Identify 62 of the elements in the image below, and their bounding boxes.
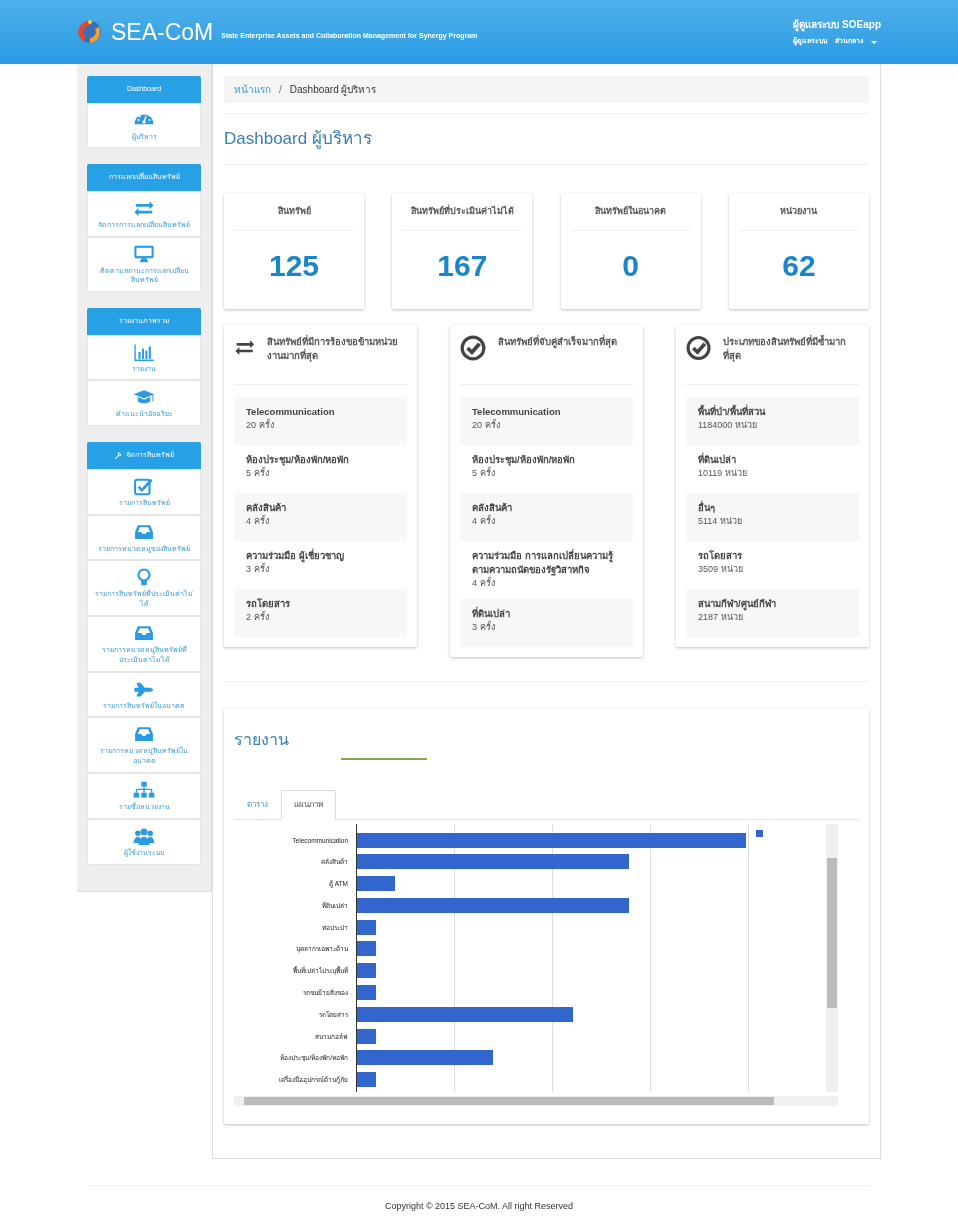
ranking-count: 3 ครั้ง [246,562,270,576]
legend-swatch [756,829,763,837]
user-name: ผู้ดูแลระบบ SOEapp [793,18,881,33]
ranking-title: สินทรัพย์ที่จับคู่สำเร็จมากที่สุด [498,334,617,349]
org-chart-icon [133,779,155,800]
breadcrumb-current: Dashboard ผู้บริหาร [289,83,377,97]
ranking-name: ห้องประชุม/ห้องพัก/หอพัก [246,452,351,467]
stat-value: 167 [436,248,489,284]
monitor-icon [133,243,155,264]
ranking-title: สินทรัพย์ที่มีการร้องขอข้ามหน่วยงานมากที่สุด [267,334,400,363]
ranking-name: Telecommunication [246,404,336,419]
breadcrumb-link[interactable]: หน้าแรก [234,82,271,97]
ranking-name: ความร่วมมือ การแลกเปลี่ยนความรู้ตามความถนัดของรัฐวิสาหกิจ [472,548,614,577]
ranking-count: 4 ครั้ง [472,514,496,528]
stat-title: สินทรัพย์ที่ประเมินค่าไม่ได้ [402,204,523,231]
stat-title: สินทรัพย์ในอนาคต [570,204,691,231]
ranking-count: 20 ครั้ง [246,418,275,432]
logo-icon [77,19,103,45]
wrench-icon [114,451,122,460]
ranking-name: ห้องประชุม/ห้องพัก/หอพัก [472,452,577,467]
copyright-text: Copyright © 2015 SEA-CoM. All right Reserved [88,1185,870,1214]
stat-title: หน่วยงาน [739,204,859,231]
ranking-name: รถโดยสาร [246,596,291,611]
ranking-name: อื่นๆ [698,500,716,515]
ranking-name: พื้นที่ป่า/พื้นที่สวน [698,404,767,419]
check-circle-icon [686,334,712,361]
tab[interactable]: ตาราง [234,789,281,819]
stat-title: สินทรัพย์ [234,204,354,231]
ranking-count: 10119 หน่วย [698,466,748,480]
ranking-count: 1184000 หน่วย [698,418,758,432]
ranking-name: ที่ดินเปล่า [698,452,737,467]
stat-value: 125 [267,248,321,284]
ranking-count: 20 ครั้ง [472,418,501,432]
ranking-title: ประเภทของสินทรัพย์ที่มีซ้ำมากที่สุด [723,334,848,363]
breadcrumb-separator: / [279,83,282,97]
ranking-name: คลังสินค้า [246,500,287,515]
check-circle-icon [460,334,486,361]
brand-name[interactable]: SEA-CoM [111,14,214,50]
ranking-name: คลังสินค้า [472,500,513,515]
ranking-count: 5 ครั้ง [246,466,270,480]
ranking-count: 5 ครั้ง [472,466,496,480]
page-title: Dashboard ผู้บริหาร [224,113,869,165]
ranking-count: 4 ครั้ง [246,514,270,528]
stat-value: 0 [621,248,640,284]
ranking-name: ความร่วมมือ ผู้เชี่ยวชาญ [246,548,345,563]
stat-value: 62 [781,248,817,284]
horizontal-scrollbar[interactable] [234,1095,838,1106]
bar-chart-icon [133,341,155,362]
ranking-count: 2187 หน่วย [698,611,744,624]
ranking-name: ที่ดินเปล่า [472,606,511,621]
ranking-count: 2 ครั้ง [246,610,270,624]
ranking-count: 5114 หน่วย [698,514,743,528]
ranking-count: 4 ครั้ง [472,577,496,590]
ranking-name: Telecommunication [472,404,562,419]
ranking-name: สนามกีฬา/ศูนย์กีฬา [698,596,777,611]
ranking-count: 3509 หน่วย [698,562,744,576]
caret-icon[interactable] [871,40,878,47]
tab[interactable]: แผนภาพ [281,789,336,820]
ranking-count: 3 ครั้ง [472,620,496,634]
ranking-name: รถโดยสาร [698,548,743,563]
vertical-scrollbar[interactable] [826,823,838,1092]
report-title: รายงาน [234,729,290,750]
